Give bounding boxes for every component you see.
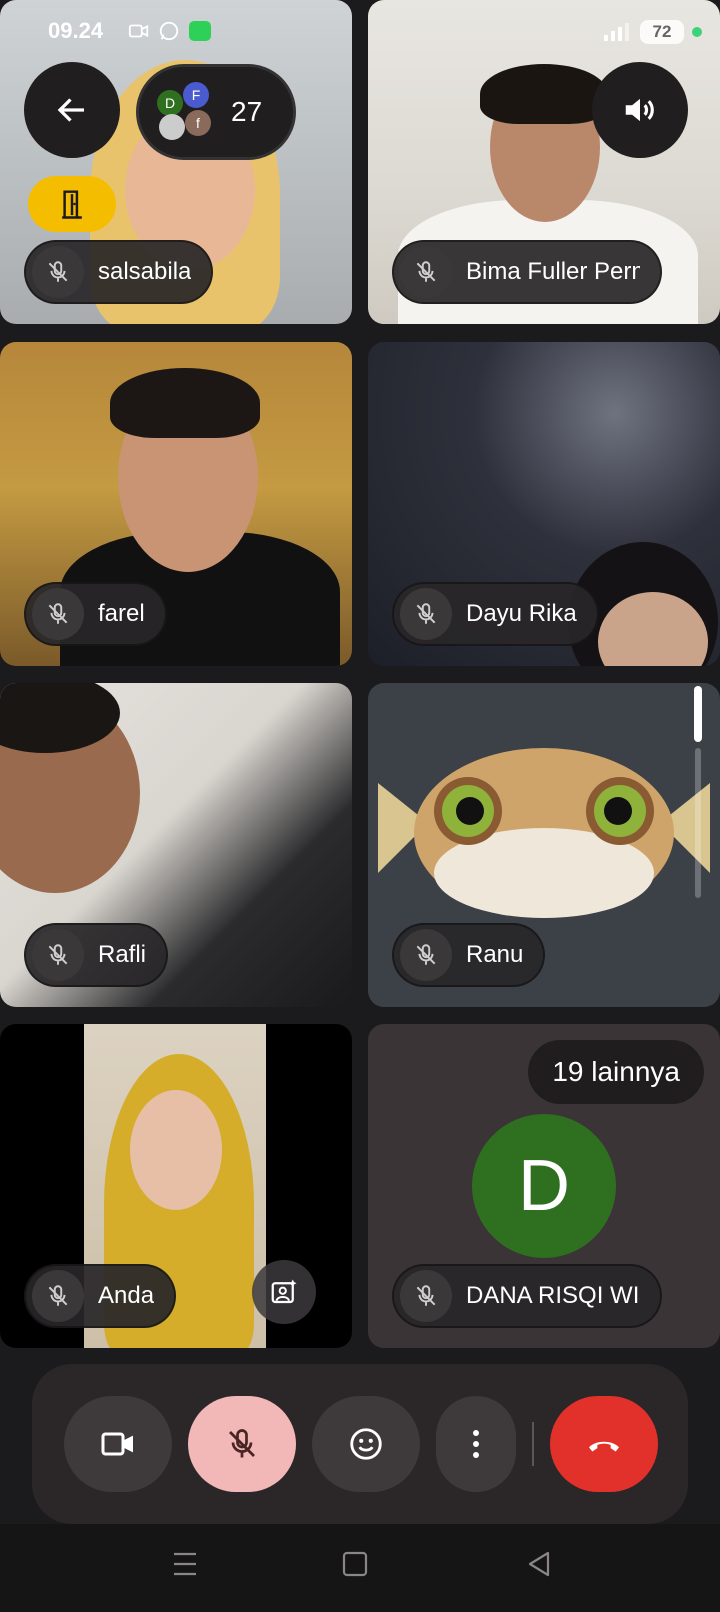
status-notification-icons <box>128 20 212 42</box>
whatsapp-icon <box>159 21 179 41</box>
effects-button[interactable] <box>252 1260 316 1324</box>
mic-off-icon <box>400 588 452 640</box>
pufferfish-avatar <box>378 748 710 918</box>
breakout-room-button[interactable] <box>28 176 116 232</box>
status-time: 09.24 <box>48 18 104 43</box>
participant-tile-bima[interactable]: Bima Fuller Perma <box>368 0 720 324</box>
mic-off-icon <box>400 246 452 298</box>
participant-tile-farel[interactable]: farel <box>0 342 352 666</box>
avatar: D <box>157 90 183 116</box>
controls-divider <box>532 1422 534 1466</box>
name-pill: Dayu Rika <box>392 582 599 646</box>
square-icon <box>342 1551 368 1577</box>
mic-off-icon <box>32 246 84 298</box>
name-pill: salsabila <box>24 240 214 304</box>
participant-tile-dayu-rika[interactable]: Dayu Rika <box>368 342 720 666</box>
video-content <box>110 368 260 438</box>
participant-name: farel <box>98 600 145 627</box>
back-nav-button[interactable] <box>526 1550 552 1583</box>
participant-name: Dayu Rika <box>466 600 577 627</box>
more-vert-icon <box>473 1430 479 1458</box>
signal-icon <box>604 23 629 41</box>
mic-off-icon <box>32 929 84 981</box>
door-icon <box>62 190 82 219</box>
video-notification-icon <box>128 24 149 38</box>
camera-toggle-button[interactable] <box>64 1396 172 1492</box>
mic-toggle-button[interactable] <box>188 1396 296 1492</box>
participant-name: Bima Fuller Perma <box>466 258 640 285</box>
meet-call-screen: salsabila Bima Fuller Perma farel <box>0 0 720 1612</box>
mic-off-icon <box>32 588 84 640</box>
more-participants-chip[interactable]: 19 lainnya <box>528 1040 704 1104</box>
speaker-button[interactable] <box>592 62 688 158</box>
participant-name: DANA RISQI WIJAY <box>466 1282 640 1309</box>
system-nav-bar <box>0 1524 720 1612</box>
participant-tile-rafli[interactable]: Rafli <box>0 683 352 1007</box>
name-pill: Bima Fuller Perma <box>392 240 662 304</box>
participant-tile-self[interactable]: Anda <box>0 1024 352 1348</box>
avatar-photo <box>159 114 185 140</box>
name-pill: DANA RISQI WIJAY <box>392 1264 662 1328</box>
status-system-icons: 72 <box>602 20 702 44</box>
recent-apps-button[interactable] <box>172 1550 198 1583</box>
participant-count: 27 <box>231 96 263 127</box>
participant-tile-salsabila[interactable]: salsabila <box>0 0 352 324</box>
app-notification-icon <box>189 21 211 41</box>
avatar: f <box>185 110 211 136</box>
home-button[interactable] <box>342 1550 368 1583</box>
mic-off-icon <box>32 1270 84 1322</box>
name-pill: farel <box>24 582 167 646</box>
scrollbar-track <box>695 748 701 898</box>
reactions-button[interactable] <box>312 1396 420 1492</box>
name-pill: Rafli <box>24 923 169 987</box>
call-end-icon <box>589 1441 619 1452</box>
participant-name: Rafli <box>98 941 147 968</box>
privacy-dot-icon <box>692 27 702 37</box>
scrollbar[interactable] <box>694 686 702 906</box>
scrollbar-thumb[interactable] <box>694 686 702 742</box>
participant-tile-dana[interactable]: 19 lainnya D DANA RISQI WIJAY <box>368 1024 720 1348</box>
participant-tile-ranu[interactable]: Ranu <box>368 683 720 1007</box>
triangle-back-icon <box>528 1551 550 1577</box>
participants-button[interactable]: D F f 27 <box>136 64 296 160</box>
video-content <box>480 64 608 124</box>
battery-indicator: 72 <box>640 20 684 44</box>
more-options-button[interactable] <box>436 1396 516 1492</box>
mic-off-icon <box>400 929 452 981</box>
participant-avatars: D F f <box>155 82 215 142</box>
arrow-back-icon <box>57 98 84 122</box>
participant-name: Ranu <box>466 941 524 968</box>
emoji-icon <box>350 1428 382 1460</box>
effects-icon <box>271 1279 297 1304</box>
participant-name: salsabila <box>98 258 192 285</box>
name-pill: Anda <box>24 1264 177 1328</box>
call-controls-bar <box>32 1364 688 1524</box>
video-content <box>130 1090 222 1210</box>
mic-off-icon <box>229 1429 255 1458</box>
volume-up-icon <box>625 98 654 122</box>
back-button[interactable] <box>24 62 120 158</box>
video-camera-icon <box>101 1432 133 1456</box>
end-call-button[interactable] <box>550 1396 658 1492</box>
avatar: F <box>183 82 209 108</box>
mic-off-icon <box>400 1270 452 1322</box>
name-pill: Ranu <box>392 923 546 987</box>
avatar: D <box>472 1114 616 1258</box>
participant-name: Anda <box>98 1282 155 1309</box>
menu-icon <box>174 1552 196 1576</box>
